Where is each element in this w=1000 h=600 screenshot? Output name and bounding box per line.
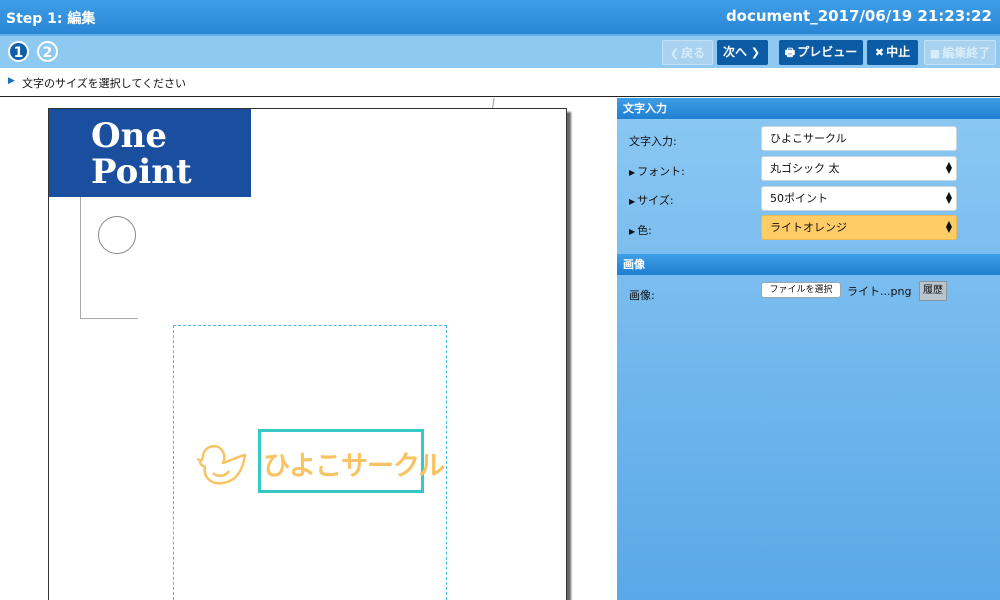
expand-triangle-icon[interactable]: ▶: [629, 227, 635, 236]
image-label: 画像:: [629, 289, 655, 302]
button-circle: [98, 216, 136, 254]
updown-arrow-icon: ▲ ▼: [945, 190, 952, 205]
play-arrow-icon: ▶: [8, 76, 15, 86]
document-name: document_2017/06/19 21:23:22: [725, 7, 992, 25]
chevron-left-icon: ❮: [669, 47, 680, 60]
text-input-label: 文字入力:: [629, 135, 677, 148]
cancel-button[interactable]: ✖ 中止: [867, 40, 918, 65]
instruction-bar: ▶ 文字のサイズを選択してください: [0, 68, 1000, 97]
choose-file-button[interactable]: ファイルを選択: [761, 282, 841, 298]
text-object-content: ひよこサークル: [263, 451, 445, 482]
step-title: Step 1: 編集: [6, 11, 96, 27]
printer-icon: 🖶: [784, 46, 796, 59]
expand-triangle-icon[interactable]: ▶: [629, 197, 635, 206]
preview-button[interactable]: 🖶 プレビュー: [779, 40, 863, 65]
history-button[interactable]: 履歴: [919, 281, 947, 301]
chevron-right-icon: ❯: [746, 46, 761, 59]
font-label: ▶ フォント:: [629, 165, 685, 178]
text-input-field[interactable]: ひよこサークル: [761, 126, 957, 151]
image-section-header: 画像: [617, 254, 1000, 275]
chick-icon[interactable]: [197, 439, 249, 487]
instruction-text: 文字のサイズを選択してください: [22, 77, 187, 90]
pocket-outline: [80, 197, 138, 319]
updown-arrow-icon: ▲ ▼: [945, 219, 952, 234]
color-label: ▶ 色:: [629, 224, 652, 237]
step-2-indicator[interactable]: 2: [37, 41, 58, 62]
properties-panel: 文字入力 文字入力: ひよこサークル ▶ フォント: 丸ゴシック 太 ▲ ▼ ▶ サイ…: [617, 98, 1000, 600]
expand-triangle-icon[interactable]: ▶: [629, 168, 635, 177]
stop-icon: ■: [929, 47, 941, 60]
logo-line2: Point: [91, 152, 192, 192]
close-icon: ✖: [874, 46, 885, 59]
next-button[interactable]: 次へ ❯: [717, 40, 768, 65]
step-1-indicator[interactable]: 1: [8, 41, 29, 62]
title-bar: Step 1: 編集 document_2017/06/19 21:23:22: [0, 0, 1000, 34]
logo-line1: One: [91, 116, 167, 156]
color-select[interactable]: ライトオレンジ ▲ ▼: [761, 215, 957, 240]
one-point-logo[interactable]: One Point: [49, 109, 251, 197]
design-paper: One Point ひよこサークル: [48, 108, 567, 600]
text-section-header: 文字入力: [617, 98, 1000, 119]
toolbar: 1 2 ❮ 戻る 次へ ❯ 🖶 プレビュー ✖ 中止 ■ 編集終了: [0, 34, 1000, 68]
back-button[interactable]: ❮ 戻る: [662, 40, 713, 65]
finish-edit-button[interactable]: ■ 編集終了: [924, 40, 996, 65]
size-select[interactable]: 50ポイント ▲ ▼: [761, 186, 957, 211]
updown-arrow-icon: ▲ ▼: [945, 160, 952, 175]
selected-text-object[interactable]: ひよこサークル: [258, 429, 445, 493]
size-label: ▶ サイズ:: [629, 194, 674, 207]
font-select[interactable]: 丸ゴシック 太 ▲ ▼: [761, 156, 957, 181]
design-canvas[interactable]: One Point ひよこサークル: [0, 98, 617, 600]
selected-file-name: ライト...png: [847, 285, 912, 298]
